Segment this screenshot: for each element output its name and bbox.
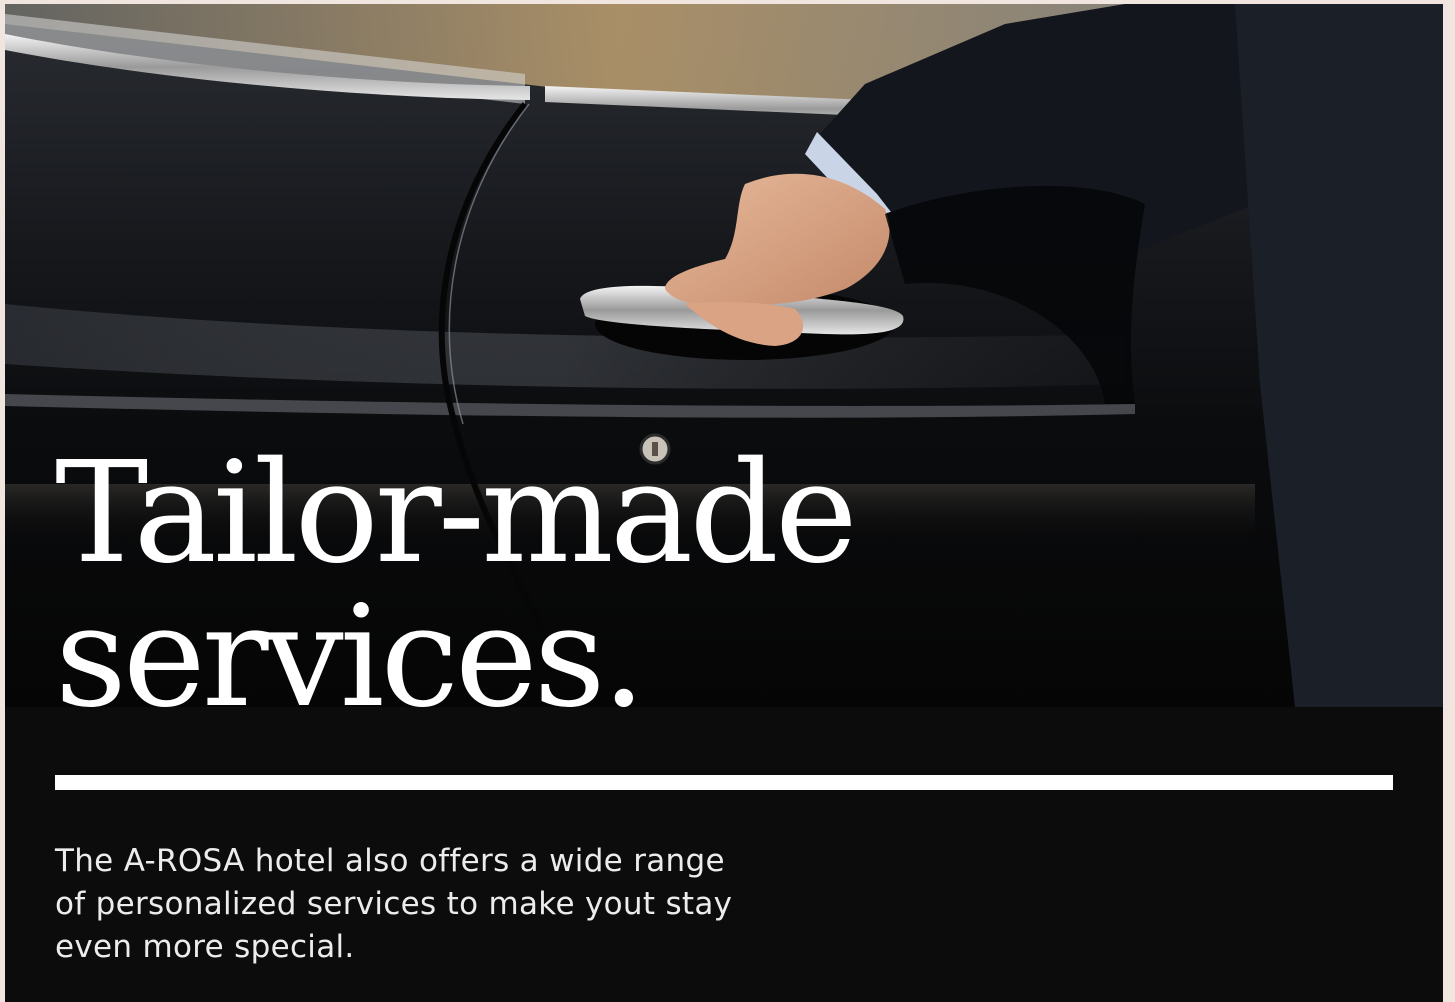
description-line1: The A-ROSA hotel also offers a wide rang… — [55, 843, 725, 879]
description-line2: of personalized services to make yout st… — [55, 886, 733, 922]
description-text: The A-ROSA hotel also offers a wide rang… — [55, 840, 835, 969]
page-title-line1: Tailor-made — [55, 432, 858, 595]
page-title-line2: services. — [55, 576, 646, 739]
page: Tailor-made services. The A-ROSA hotel a… — [0, 0, 1455, 1002]
description-line3: even more special. — [55, 929, 355, 965]
page-title: Tailor-made services. — [55, 432, 858, 739]
services-panel: Tailor-made services. The A-ROSA hotel a… — [5, 4, 1443, 1002]
divider — [55, 775, 1393, 790]
